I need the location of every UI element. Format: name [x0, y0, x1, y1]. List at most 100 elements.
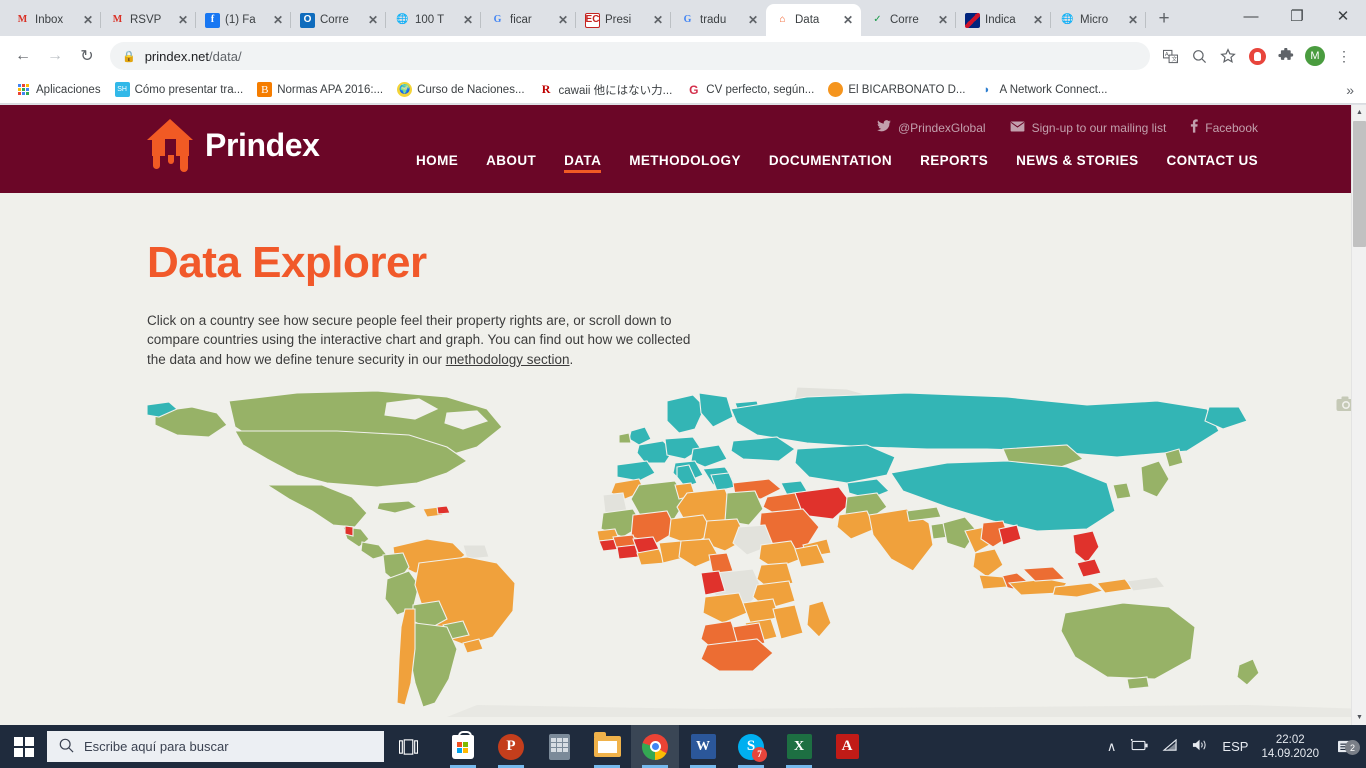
site-logo[interactable]: Prindex [147, 119, 320, 172]
microsoft-store-icon [452, 730, 474, 759]
battery-icon[interactable] [1129, 738, 1149, 755]
browser-tab-active[interactable]: ⌂ Data ✕ [766, 4, 861, 36]
nav-item-about[interactable]: ABOUT [486, 153, 536, 173]
translate-icon[interactable]: A文 [1156, 42, 1184, 70]
maximize-button[interactable]: ❐ [1274, 0, 1320, 32]
twitter-label: @PrindexGlobal [898, 120, 986, 135]
windows-start-icon[interactable] [0, 725, 47, 768]
volume-icon[interactable] [1192, 738, 1209, 755]
bookmark-item[interactable]: El BICARBONATO D... [822, 80, 971, 99]
twitter-link[interactable]: @PrindexGlobal [877, 120, 986, 135]
taskbar-app-calculator[interactable] [535, 725, 583, 768]
language-indicator[interactable]: ESP [1222, 739, 1248, 754]
nav-item-documentation[interactable]: DOCUMENTATION [769, 153, 892, 173]
scroll-down-arrow-icon[interactable]: ▼ [1352, 710, 1366, 725]
tab-close-icon[interactable]: ✕ [556, 13, 570, 27]
reload-button[interactable]: ↻ [72, 41, 102, 71]
tab-close-icon[interactable]: ✕ [936, 13, 950, 27]
scrollbar-thumb[interactable] [1353, 121, 1366, 247]
extensions-puzzle-icon[interactable] [1272, 42, 1300, 70]
taskbar-app-excel[interactable]: X [775, 725, 823, 768]
opera-extension-icon[interactable] [1243, 42, 1271, 70]
browser-tab[interactable]: EC Presi ✕ [576, 4, 671, 36]
methodology-section-link[interactable]: methodology section [446, 352, 570, 367]
bookmark-item[interactable]: SH Cómo presentar tra... [109, 80, 250, 99]
tab-close-icon[interactable]: ✕ [81, 13, 95, 27]
taskbar-app-skype[interactable]: S7 [727, 725, 775, 768]
browser-tab[interactable]: ✓ Corre ✕ [861, 4, 956, 36]
tray-expand-chevron-icon[interactable]: ∧ [1107, 739, 1117, 755]
taskbar-app-word[interactable]: W [679, 725, 727, 768]
bookmark-star-icon[interactable] [1214, 42, 1242, 70]
browser-tab[interactable]: G ficar ✕ [481, 4, 576, 36]
facebook-label: Facebook [1205, 120, 1258, 135]
bookmark-item[interactable]: 🌍 Curso de Naciones... [391, 80, 530, 99]
bookmark-label: Normas APA 2016:... [277, 83, 384, 96]
world-map-chart[interactable] [147, 386, 1366, 717]
browser-tab[interactable]: f (1) Fa ✕ [196, 4, 291, 36]
back-button[interactable]: ← [8, 41, 38, 71]
tab-close-icon[interactable]: ✕ [841, 13, 855, 27]
mailing-list-link[interactable]: Sign-up to our mailing list [1010, 120, 1167, 135]
bookmark-apps[interactable]: Aplicaciones [10, 80, 107, 99]
slideshare-icon: SH [114, 82, 130, 97]
browser-tab[interactable]: M Inbox ✕ [6, 4, 101, 36]
tab-close-icon[interactable]: ✕ [1031, 13, 1045, 27]
profile-avatar[interactable]: M [1301, 42, 1329, 70]
forward-button[interactable]: → [40, 41, 70, 71]
browser-tab[interactable]: Indica ✕ [956, 4, 1051, 36]
nav-item-data[interactable]: DATA [564, 153, 602, 173]
tab-close-icon[interactable]: ✕ [461, 13, 475, 27]
nav-item-contact-us[interactable]: CONTACT US [1167, 153, 1259, 173]
browser-tab[interactable]: 🌐 100 T ✕ [386, 4, 481, 36]
bookmark-item[interactable]: ◗ A Network Connect... [973, 80, 1113, 99]
browser-tab[interactable]: O Corre ✕ [291, 4, 386, 36]
notifications-icon[interactable]: 2 [1332, 739, 1360, 755]
url-path: /data/ [209, 48, 242, 64]
tab-close-icon[interactable]: ✕ [366, 13, 380, 27]
bookmarks-overflow-icon[interactable]: » [1346, 82, 1356, 98]
wifi-icon[interactable] [1162, 738, 1179, 755]
nav-item-methodology[interactable]: METHODOLOGY [629, 153, 741, 173]
bookmark-item[interactable]: B Normas APA 2016:... [251, 80, 389, 99]
tab-close-icon[interactable]: ✕ [176, 13, 190, 27]
search-icon[interactable] [1185, 42, 1213, 70]
taskbar-app-google-chrome[interactable] [631, 725, 679, 768]
clock[interactable]: 22:02 14.09.2020 [1261, 733, 1319, 761]
bookmark-item[interactable]: R cawaii 他にはない力... [533, 80, 679, 100]
world-map-svg[interactable] [147, 386, 1366, 717]
taskbar-app-file-explorer[interactable] [583, 725, 631, 768]
page-scrollbar[interactable]: ▲ ▼ [1351, 105, 1366, 725]
task-view-icon[interactable] [384, 725, 432, 768]
pulse-icon: ◗ [983, 83, 991, 96]
nav-item-reports[interactable]: REPORTS [920, 153, 988, 173]
tab-close-icon[interactable]: ✕ [1126, 13, 1140, 27]
rakuten-icon: R [541, 82, 551, 96]
taskbar-app-adobe-acrobat[interactable]: A [823, 725, 871, 768]
browser-tab[interactable]: G tradu ✕ [671, 4, 766, 36]
tab-close-icon[interactable]: ✕ [271, 13, 285, 27]
taskbar-app-microsoft-store[interactable] [439, 725, 487, 768]
bookmark-item[interactable]: G CV perfecto, según... [680, 80, 820, 99]
site-security-lock-icon: 🔒 [122, 50, 136, 63]
nav-item-news-stories[interactable]: NEWS & STORIES [1016, 153, 1138, 173]
browser-tab[interactable]: 🌐 Micro ✕ [1051, 4, 1146, 36]
browser-tab[interactable]: M RSVP ✕ [101, 4, 196, 36]
tab-close-icon[interactable]: ✕ [746, 13, 760, 27]
address-bar[interactable]: 🔒 prindex.net/data/ [110, 42, 1150, 70]
minimize-button[interactable]: — [1228, 0, 1274, 32]
close-window-button[interactable]: ✕ [1320, 0, 1366, 32]
adobe-acrobat-icon: A [835, 734, 859, 759]
new-tab-button[interactable]: + [1150, 5, 1178, 33]
address-bar-url: prindex.net/data/ [145, 49, 242, 64]
taskbar-app-powerpoint[interactable]: P [487, 725, 535, 768]
nav-item-home[interactable]: HOME [416, 153, 458, 173]
scroll-up-arrow-icon[interactable]: ▲ [1352, 105, 1366, 120]
facebook-link[interactable]: Facebook [1190, 119, 1258, 136]
avatar-initial: M [1305, 46, 1325, 66]
taskbar-search-input[interactable]: Escribe aquí para buscar [47, 731, 384, 762]
mailing-list-label: Sign-up to our mailing list [1031, 120, 1167, 135]
tab-close-icon[interactable]: ✕ [651, 13, 665, 27]
word-icon: W [690, 734, 716, 759]
chrome-menu-icon[interactable]: ⋮ [1330, 42, 1358, 70]
